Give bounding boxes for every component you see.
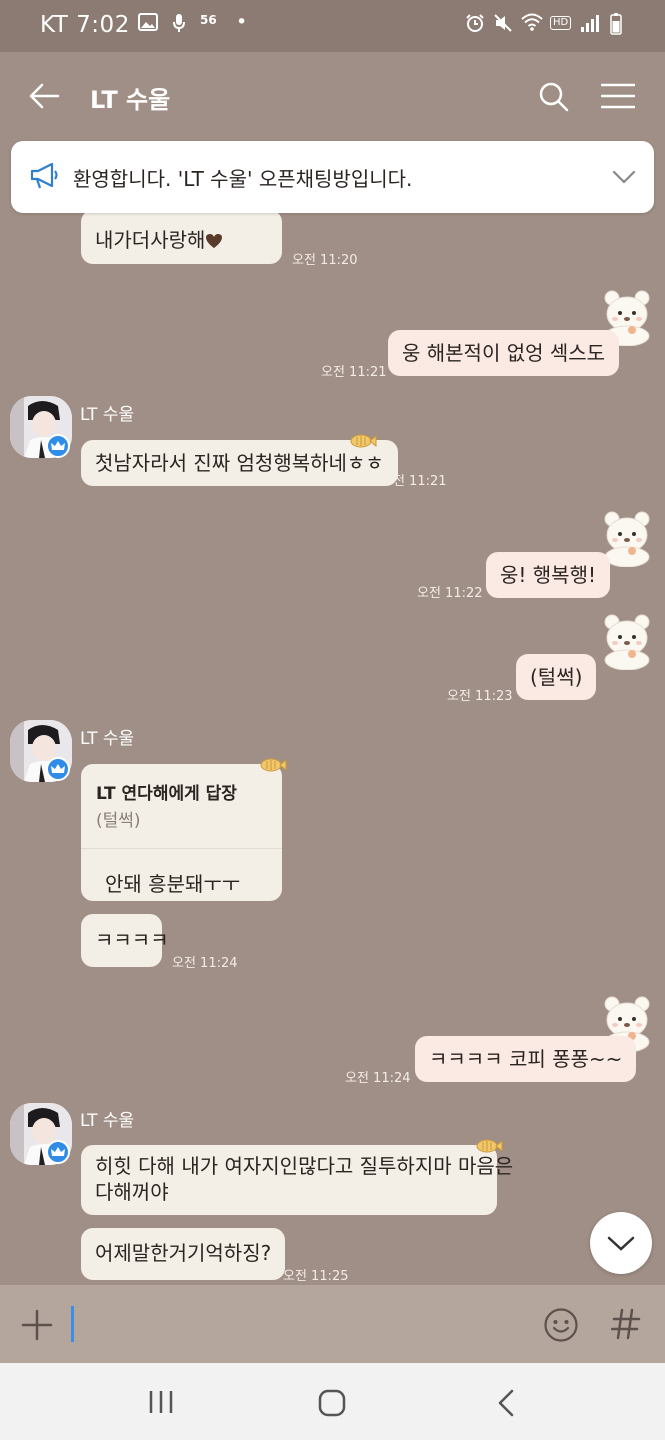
hd-voice-label: HD — [550, 16, 572, 30]
chevron-down-icon[interactable] — [612, 169, 636, 188]
notice-banner[interactable]: 환영합니다. 'LT 수울' 오픈채팅방입니다. — [11, 141, 654, 213]
message-text: ㅋㅋㅋㅋ — [95, 928, 169, 952]
status-carrier-time: KT 7:02 — [40, 12, 130, 38]
message-text: (털썩) — [530, 665, 583, 689]
hashtag-icon[interactable] — [610, 1308, 641, 1344]
battery-icon — [610, 13, 622, 41]
message-text: 웅 해본적이 없엉 섹스도 — [402, 341, 606, 365]
signal-icon — [580, 13, 600, 39]
message-bubble[interactable]: ㅋㅋㅋㅋ 코피 퐁퐁~~ — [415, 1036, 637, 1082]
brown-heart-icon — [205, 228, 223, 252]
message-bubble[interactable]: 웅! 행복행! — [486, 552, 610, 598]
menu-icon[interactable] — [600, 82, 636, 114]
reply-quote: (털썩) — [96, 811, 141, 831]
message-bubble[interactable]: ㅋㅋㅋㅋ — [81, 914, 169, 967]
dot-icon: • — [236, 11, 248, 33]
microphone-icon — [172, 13, 186, 39]
gallery-icon — [138, 13, 158, 37]
plus-icon[interactable] — [21, 1309, 53, 1345]
reply-title: LT 연다해에게 답장 — [96, 784, 237, 804]
message-bubble[interactable]: 웅 해본적이 없엉 섹스도 — [388, 330, 620, 376]
alarm-icon — [465, 13, 485, 39]
message-time: 오전 11:23 — [447, 689, 513, 704]
chevron-down-icon — [607, 1236, 635, 1256]
mute-icon — [493, 13, 513, 39]
message-text: 내가더사랑해 — [95, 228, 206, 252]
message-bubble[interactable]: 히힛 다해 내가 여자지인많다고 질투하지마 마음은 다해꺼야 — [81, 1145, 514, 1215]
recents-icon[interactable] — [148, 1390, 174, 1418]
message-time: 오전 11:20 — [292, 253, 358, 268]
notice-text: 환영합니다. 'LT 수울' 오픈채팅방입니다. — [73, 167, 413, 191]
message-time: 오전 11:24 — [172, 956, 238, 971]
network-speed-label: 56 — [200, 13, 217, 27]
chat-header: LT 수울 — [0, 52, 665, 140]
message-text: ㅋㅋㅋㅋ 코피 퐁퐁~~ — [429, 1047, 623, 1071]
reply-message-card[interactable]: LT 연다해에게 답장 (털썩) 안돼 흥분돼ㅜㅜ — [81, 764, 282, 901]
status-bar: KT 7:02 56 • HD — [0, 0, 665, 52]
scroll-to-bottom-button[interactable] — [590, 1212, 652, 1274]
back-arrow-icon[interactable] — [28, 82, 60, 114]
message-time: 오전 11:21 — [381, 474, 447, 489]
fish-bread-icon — [259, 757, 287, 773]
message-input[interactable] — [66, 1300, 526, 1348]
system-nav-bar — [0, 1363, 665, 1440]
back-icon[interactable] — [497, 1389, 515, 1421]
message-text: 웅! 행복행! — [500, 563, 596, 587]
message-text-line: 히힛 다해 내가 여자지인많다고 질투하지마 마음은 — [95, 1154, 514, 1178]
reply-text: 안돼 흥분돼ㅜㅜ — [105, 872, 241, 896]
message-time: 오전 11:21 — [321, 365, 387, 380]
sender-name: LT 수울 — [80, 1111, 135, 1131]
search-icon[interactable] — [538, 81, 570, 117]
message-time: 오전 11:24 — [345, 1071, 411, 1086]
host-crown-icon — [46, 1140, 70, 1164]
message-text: 어제말한거기억하징? — [95, 1241, 272, 1265]
fish-bread-icon — [475, 1138, 503, 1154]
home-icon[interactable] — [318, 1389, 346, 1421]
message-bubble[interactable]: (털썩) — [516, 654, 597, 700]
emoji-icon[interactable] — [543, 1307, 579, 1347]
message-bubble[interactable]: 내가더사랑해 — [81, 210, 282, 264]
sender-name: LT 수울 — [80, 729, 135, 749]
wifi-icon — [521, 13, 543, 37]
chat-title: LT 수울 — [90, 86, 171, 114]
sender-name: LT 수울 — [80, 405, 135, 425]
reply-divider — [81, 848, 282, 849]
host-crown-icon — [46, 757, 70, 781]
message-time: 오전 11:25 — [283, 1269, 349, 1284]
message-text-line: 다해꺼야 — [95, 1180, 169, 1204]
host-crown-icon — [46, 434, 70, 458]
megaphone-icon — [29, 162, 61, 194]
message-bubble[interactable]: 어제말한거기억하징? — [81, 1228, 286, 1280]
message-time: 오전 11:22 — [417, 586, 483, 601]
bear-profile-icon — [598, 610, 656, 671]
message-text: 첫남자라서 진짜 엄청행복하네ㅎㅎ — [95, 451, 384, 475]
fish-bread-icon — [349, 433, 377, 449]
text-cursor — [71, 1306, 74, 1342]
